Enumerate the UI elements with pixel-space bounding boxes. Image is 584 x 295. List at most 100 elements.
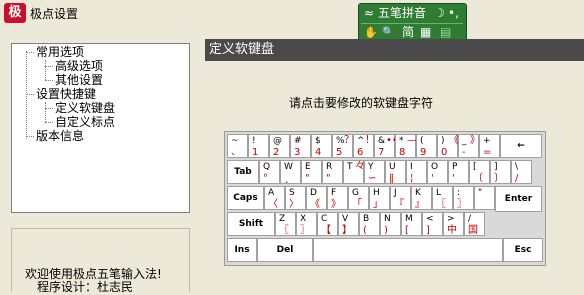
tab-key-label: Tab <box>234 167 252 177</box>
half-width-icon[interactable]: ☽ <box>434 5 445 22</box>
key-assigned-char: [ <box>405 225 409 236</box>
tree-item-punctuation[interactable]: 自定义标点 <box>55 115 115 129</box>
key-assigned-char: 〗 <box>457 199 467 210</box>
ime-mode-label[interactable]: 五笔拼音 <box>378 5 426 22</box>
key-row2[interactable]: R " <box>322 160 343 184</box>
key-shift-char: @ <box>273 136 282 146</box>
key-row4[interactable]: / 国 <box>464 212 485 236</box>
key-assigned-char: 〕 <box>494 173 504 184</box>
key-row3[interactable]: A 〈 <box>264 186 285 210</box>
key-row1[interactable]: @2 <box>269 134 290 158</box>
key-row1[interactable]: &7••• <box>374 134 404 158</box>
key-row3[interactable]: H」 <box>369 186 390 210</box>
key-assigned-char: 5 <box>336 147 343 158</box>
key-row1[interactable]: ^ 6！ <box>353 134 375 158</box>
key-assigned-char: ∽ <box>368 173 377 184</box>
key-row2[interactable]: U ‖ <box>385 160 406 184</box>
key-row1[interactable]: * 8— <box>395 134 417 158</box>
panel-title: 定义软键盘 <box>205 39 584 61</box>
key-row3[interactable]: K』 <box>411 186 432 210</box>
tree-item-version[interactable]: 版本信息 <box>36 129 84 143</box>
tree-item-advanced[interactable]: 高级选项 <box>55 59 103 73</box>
key-shift-char: I <box>410 162 413 172</box>
key-row2[interactable]: O ' <box>427 160 448 184</box>
key-row2[interactable]: E " <box>301 160 322 184</box>
ime-toolbar[interactable]: ≈ 五笔拼音 ☽ •, ✋ 🔍 简 ▦ ▤ <box>358 3 467 44</box>
ime-menu-icon[interactable]: ≈ <box>364 5 374 22</box>
tree-item-hotkeys[interactable]: 设置快捷键 <box>36 87 96 101</box>
key-row2[interactable]: \ / <box>511 160 532 184</box>
key-row1[interactable]: $4 <box>311 134 332 158</box>
key-assigned-char: 〉 <box>289 199 299 210</box>
ins-key[interactable]: Ins <box>227 238 257 262</box>
key-row4[interactable]: B( <box>359 212 380 236</box>
key-row2[interactable]: [〔 <box>469 160 490 184</box>
key-row4[interactable]: M[ <box>401 212 422 236</box>
tree-item-soft-keyboard[interactable]: 定义软键盘 <box>55 101 115 115</box>
key-row4[interactable]: X 〗 <box>296 212 317 236</box>
key-row1[interactable]: ~、 <box>227 134 248 158</box>
shift-key[interactable]: Shift <box>227 212 275 236</box>
ins-key-label: Ins <box>234 245 250 255</box>
key-row4[interactable]: V】 <box>338 212 359 236</box>
esc-key[interactable]: Esc <box>503 238 543 262</box>
tree-item-common[interactable]: 常用选项 <box>36 45 84 59</box>
key-shift-char: E <box>305 162 311 172</box>
key-row2[interactable]: T々 <box>343 160 365 184</box>
key-row3[interactable]: F 》 <box>327 186 348 210</box>
key-row3[interactable]: " <box>474 186 495 210</box>
key-row3[interactable]: J 『 <box>390 186 411 210</box>
key-row3[interactable]: D 《 <box>306 186 327 210</box>
key-row1[interactable]: % 5？ <box>332 134 354 158</box>
key-shift-char: C <box>321 214 328 224</box>
space-key[interactable] <box>313 238 503 262</box>
key-row2[interactable]: W ¸ <box>280 160 301 184</box>
key-assigned-char: ' <box>431 173 434 184</box>
key-assigned-char: ‖ <box>389 173 394 184</box>
tree-line <box>45 80 53 81</box>
tree-item-other[interactable]: 其他设置 <box>55 73 103 87</box>
del-key-label: Del <box>276 245 294 255</box>
window-title: 极点设置 <box>30 7 79 21</box>
key-assigned-char: ¸ <box>284 173 289 184</box>
tree-line <box>45 108 53 109</box>
key-row2[interactable]: ] 〕 <box>490 160 511 184</box>
key-shift-char: V <box>342 214 349 224</box>
key-assigned-char: 、 <box>231 147 241 158</box>
key-row1[interactable]: ) 0 《 <box>437 134 459 158</box>
key-row4[interactable]: <] <box>422 212 443 236</box>
key-shift-char: K <box>415 188 421 198</box>
key-assigned-char: 4 <box>315 147 322 158</box>
settings-tree[interactable]: 常用选项 高级选项 其他设置 设置快捷键 定义软键盘 自定义标点 版本信息 <box>11 43 190 213</box>
del-key[interactable]: Del <box>257 238 313 262</box>
tab-key[interactable]: Tab <box>227 160 259 184</box>
key-row1[interactable]: + = <box>479 134 500 158</box>
caps-key[interactable]: Caps <box>227 186 264 210</box>
key-row4[interactable]: Z 〖 <box>275 212 296 236</box>
key-row2[interactable]: Y ∽ <box>364 160 385 184</box>
key-row2[interactable]: P ' <box>448 160 469 184</box>
key-assigned-char: 中 <box>447 225 457 236</box>
key-row1[interactable]: ! 1 <box>248 134 269 158</box>
key-row2[interactable]: I ¦ <box>406 160 427 184</box>
key-row4[interactable]: > 中 <box>443 212 464 236</box>
key-row4[interactable]: N) <box>380 212 401 236</box>
key-assigned-char: 【 <box>321 225 331 236</box>
key-row3[interactable]: L 〖 <box>432 186 453 210</box>
punctuation-icon[interactable]: •, <box>448 5 459 22</box>
key-row1[interactable]: #3 <box>290 134 311 158</box>
key-shift-char: Z <box>279 214 286 224</box>
key-row3[interactable]: S 〉 <box>285 186 306 210</box>
key-shift-char: / <box>468 214 472 224</box>
key-row4[interactable]: C 【 <box>317 212 338 236</box>
key-row1[interactable]: (9 <box>416 134 437 158</box>
enter-key[interactable]: Enter <box>495 186 542 212</box>
key-row2[interactable]: Q ° <box>259 160 280 184</box>
key-row3[interactable]: G 「 <box>348 186 369 210</box>
tree-line <box>45 102 46 122</box>
key-row3[interactable]: : 〗 <box>453 186 474 210</box>
backspace-key[interactable]: ← <box>500 134 542 158</box>
key-row1[interactable]: _ - 》 <box>458 134 480 158</box>
key-assigned-char: 〖 <box>279 225 289 236</box>
key-assigned-char: - <box>462 147 466 158</box>
